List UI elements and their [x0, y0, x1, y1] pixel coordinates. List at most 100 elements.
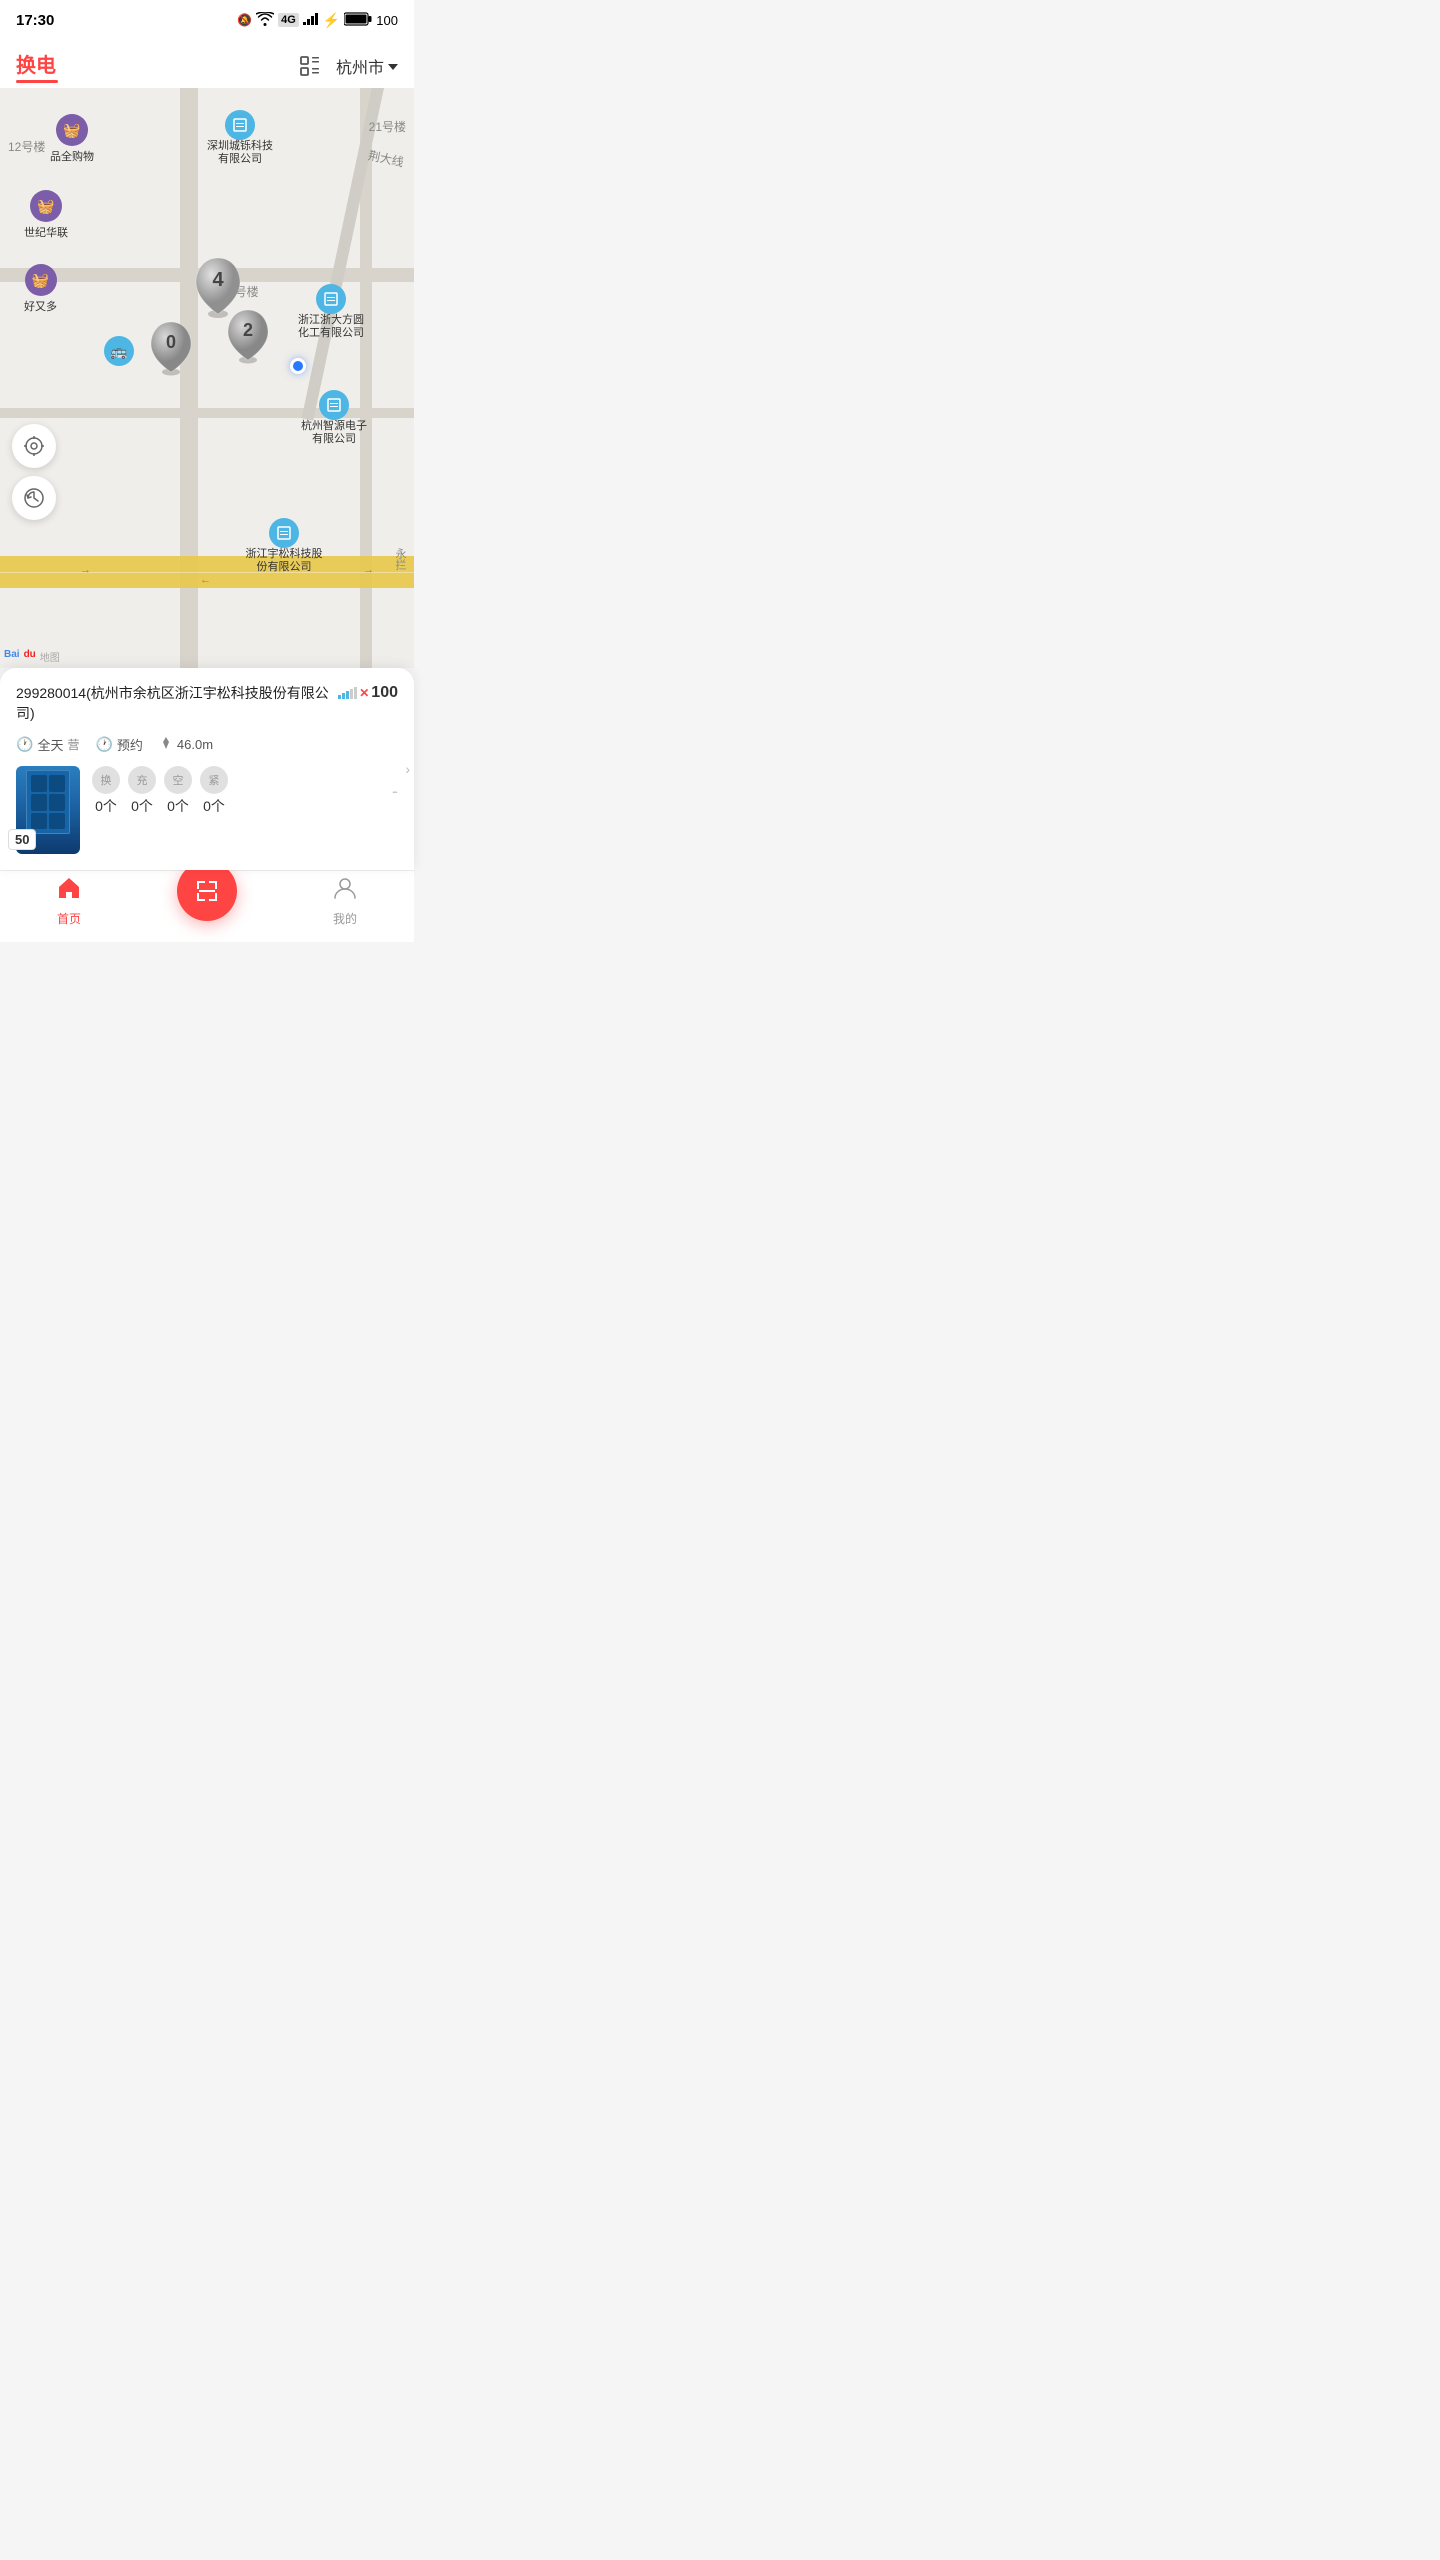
clock-icon: 🕐	[16, 736, 33, 753]
distance-text: 46.0m	[177, 737, 213, 752]
poi-shiji-label: 世纪华联	[24, 224, 68, 240]
hours-info: 🕐 全天 营	[16, 735, 79, 754]
no-disturb-icon: 🔕	[237, 13, 252, 27]
slot-huan: 换 0个	[92, 766, 120, 816]
svg-text:0: 0	[166, 332, 176, 352]
distance-info: 46.0m	[159, 736, 213, 753]
current-location-dot	[290, 358, 306, 374]
battery-slots: 换 0个 充 0个 空 0个 紧 0个 -	[92, 766, 398, 816]
baidu-logo-du: du	[24, 649, 36, 664]
poi-shiji[interactable]: 🧺 世纪华联	[24, 190, 68, 240]
city-name: 杭州市	[336, 54, 384, 78]
header-right: 杭州市	[296, 52, 398, 80]
poi-zhiyuan[interactable]: 杭州智源电子有限公司	[298, 390, 370, 446]
slot-huan-count: 0个	[95, 796, 117, 816]
poi-zheda[interactable]: 浙江浙大方圆化工有限公司	[295, 284, 367, 340]
poi-pinquan[interactable]: 🧺 品全购物	[50, 114, 94, 164]
slot-jin-count: 0个	[203, 796, 225, 816]
home-icon	[56, 875, 82, 908]
signal-number: 100	[371, 684, 398, 702]
header-title: 换电	[16, 49, 58, 78]
nav-home[interactable]: 首页	[0, 875, 138, 927]
road-label-12hao: 12号楼	[8, 138, 45, 155]
battery-text: 100	[376, 13, 398, 28]
poi-yusong[interactable]: 浙江宇松科技股份有限公司	[244, 518, 324, 574]
signal-badge: ✕ 100	[338, 684, 398, 702]
slot-chong: 充 0个	[128, 766, 156, 816]
header-title-wrap: 换电	[16, 49, 58, 83]
reservation-clock-icon: 🕐	[95, 736, 112, 753]
signal-bars-icon	[338, 687, 357, 699]
poi-shenzhen-icon	[225, 110, 255, 140]
slot-kong-count: 0个	[167, 796, 189, 816]
station-header: 299280014(杭州市余杭区浙江宇松科技股份有限公司) ✕ 100	[16, 684, 398, 723]
poi-haoyouduo-icon: 🧺	[25, 264, 57, 296]
swipe-indicator: ›	[390, 739, 414, 799]
baidu-logo-text: Bai	[4, 649, 20, 664]
station-door-grid	[26, 770, 70, 834]
poi-bus-icon: 🚌	[104, 336, 134, 366]
header: 换电 杭州市	[0, 36, 414, 88]
svg-text:4: 4	[212, 269, 224, 291]
battery-icon	[344, 12, 372, 29]
user-icon	[332, 875, 358, 908]
signal-icon	[303, 13, 319, 28]
road-label-21hao: 21号楼	[369, 118, 406, 135]
cluster-pin-0[interactable]: 0	[148, 320, 194, 381]
road-yellow-main: → ← →	[0, 556, 414, 588]
station-info-row: 🕐 全天 营 🕐 预约 46.0m	[16, 735, 398, 754]
slot-jin: 紧 0个	[200, 766, 228, 816]
poi-pinquan-label: 品全购物	[50, 148, 94, 164]
reservation-info: 🕐 预约	[95, 735, 142, 754]
chevron-right-icon: ›	[405, 761, 410, 777]
signal-x-icon: ✕	[359, 686, 369, 700]
slot-chong-icon: 充	[128, 766, 156, 794]
slot-number-badge: 50	[8, 829, 36, 850]
cluster-pin-2[interactable]: 2	[225, 308, 271, 369]
poi-shenzhen[interactable]: 深圳城铄科技有限公司	[205, 110, 275, 166]
header-underline	[16, 80, 58, 83]
营-icon: 营	[67, 736, 79, 753]
history-button[interactable]	[12, 476, 56, 520]
list-view-button[interactable]	[296, 52, 324, 80]
slot-chong-count: 0个	[131, 796, 153, 816]
station-body: 换 0个 充 0个 空 0个 紧 0个 -	[16, 766, 398, 854]
poi-zhiyuan-icon	[319, 390, 349, 420]
wifi-icon	[256, 12, 274, 29]
chevron-down-icon	[388, 64, 398, 70]
poi-yusong-icon	[269, 518, 299, 548]
slot-jin-icon: 紧	[200, 766, 228, 794]
cellular-icon: 4G	[278, 13, 299, 27]
nav-home-label: 首页	[57, 910, 81, 927]
charging-icon: ⚡	[323, 12, 340, 29]
road-label-yonglan: 永拦	[392, 548, 408, 570]
svg-text:2: 2	[243, 320, 253, 340]
status-time: 17:30	[16, 12, 54, 29]
poi-shiji-icon: 🧺	[30, 190, 62, 222]
city-selector[interactable]: 杭州市	[336, 54, 398, 78]
status-bar: 17:30 🔕 4G ⚡	[0, 0, 414, 36]
baidu-watermark: Bai du 地图	[4, 649, 60, 664]
slot-kong: 空 0个	[164, 766, 192, 816]
poi-zheda-icon	[316, 284, 346, 314]
poi-haoyouduo[interactable]: 🧺 好又多	[24, 264, 57, 314]
location-icon	[159, 736, 173, 753]
bottom-nav: 首页 我的	[0, 870, 414, 942]
poi-shenzhen-label: 深圳城铄科技有限公司	[205, 140, 275, 166]
station-card: 299280014(杭州市余杭区浙江宇松科技股份有限公司) ✕ 100 🕐 全天…	[0, 668, 414, 870]
hours-text: 全天	[37, 735, 63, 754]
baidu-map-text: 地图	[40, 649, 60, 664]
station-name: 299280014(杭州市余杭区浙江宇松科技股份有限公司)	[16, 684, 338, 723]
poi-zheda-label: 浙江浙大方圆化工有限公司	[295, 314, 367, 340]
poi-haoyouduo-label: 好又多	[24, 298, 57, 314]
poi-yusong-label: 浙江宇松科技股份有限公司	[244, 548, 324, 574]
map-container[interactable]: → ← → 荆大线 3号楼 12号楼 21号楼 永拦 🧺 品全购物 🧺 世纪华联…	[0, 88, 414, 668]
nav-mine-label: 我的	[333, 910, 357, 927]
reservation-text: 预约	[117, 735, 143, 754]
nav-scan[interactable]	[138, 881, 276, 921]
locate-button[interactable]	[12, 424, 56, 468]
poi-bus[interactable]: 🚌	[104, 336, 134, 366]
nav-mine[interactable]: 我的	[276, 875, 414, 927]
slot-huan-icon: 换	[92, 766, 120, 794]
slot-kong-icon: 空	[164, 766, 192, 794]
